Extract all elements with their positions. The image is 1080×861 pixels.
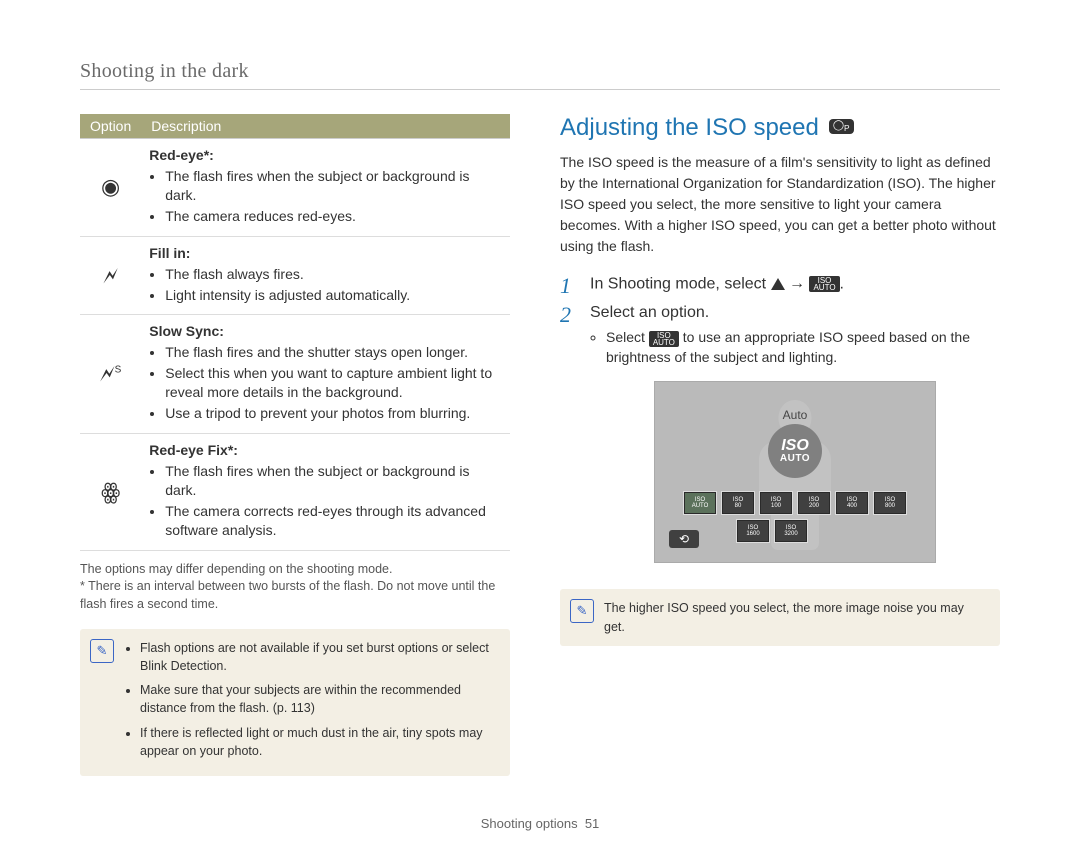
option-title: Red-eye*: — [149, 147, 214, 163]
red-eye-icon: ◉ — [101, 174, 120, 199]
iso-chip-auto[interactable]: ISOAUTO — [684, 492, 716, 514]
iso-auto-chip-icon: ISOAUTO — [809, 276, 839, 292]
iso-chip-3200[interactable]: ISO3200 — [775, 520, 807, 542]
iso-chip-row-1: ISOAUTO ISO80 ISO100 ISO200 ISO400 ISO80… — [684, 492, 906, 514]
iso-chip-800[interactable]: ISO800 — [874, 492, 906, 514]
iso-chip-400[interactable]: ISO400 — [836, 492, 868, 514]
table-row: ꙮ Red-eye Fix*: The flash fires when the… — [80, 434, 510, 551]
option-point: Select this when you want to capture amb… — [165, 364, 502, 402]
section-title: Adjusting the ISO speed ◯P — [560, 114, 1000, 142]
option-point: Use a tripod to prevent your photos from… — [165, 404, 502, 423]
iso-chip-80[interactable]: ISO80 — [722, 492, 754, 514]
flash-options-table: Option Description ◉ Red-eye*: The flash… — [80, 114, 510, 551]
back-button[interactable]: ⟲ — [669, 530, 699, 548]
mode-p-icon: ◯P — [829, 119, 854, 134]
option-title: Fill in: — [149, 245, 190, 261]
slow-sync-icon: 🗲S — [100, 361, 121, 386]
option-point: The flash fires when the subject or back… — [165, 462, 502, 500]
note-point: Make sure that your subjects are within … — [140, 681, 496, 717]
option-point: The flash always fires. — [165, 265, 502, 284]
option-title: Slow Sync: — [149, 323, 224, 339]
step-2-sub: Select ISOAUTO to use an appropriate ISO… — [606, 328, 1000, 367]
col-option: Option — [80, 114, 141, 139]
option-point: The flash fires when the subject or back… — [165, 167, 502, 205]
iso-chip-1600[interactable]: ISO1600 — [737, 520, 769, 542]
note-point: Flash options are not available if you s… — [140, 639, 496, 675]
footnotes: The options may differ depending on the … — [80, 561, 510, 614]
step-1: In Shooting mode, select → ISOAUTO. — [560, 273, 1000, 296]
flash-note-box: ✎ Flash options are not available if you… — [80, 629, 510, 776]
red-eye-fix-icon: ꙮ — [101, 479, 120, 504]
footnote-line: The options may differ depending on the … — [80, 561, 510, 579]
page-footer: Shooting options 51 — [80, 816, 1000, 831]
footnote-line: * There is an interval between two burst… — [80, 578, 510, 613]
iso-screen-preview: Auto ISO AUTO ISOAUTO ISO80 ISO100 ISO20… — [654, 381, 936, 563]
arrow-right-icon: → — [789, 275, 805, 292]
breadcrumb: Shooting in the dark — [80, 60, 1000, 90]
iso-auto-chip-icon: ISOAUTO — [649, 331, 679, 347]
up-triangle-icon — [771, 278, 785, 290]
section-body: The ISO speed is the measure of a film's… — [560, 152, 1000, 257]
fill-in-icon: 🗲 — [103, 263, 118, 288]
option-point: The flash fires and the shutter stays op… — [165, 343, 502, 362]
option-point: The camera reduces red-eyes. — [165, 207, 502, 226]
table-row: 🗲S Slow Sync: The flash fires and the sh… — [80, 315, 510, 434]
iso-chip-row-2: ISO1600 ISO3200 — [737, 520, 807, 542]
step-2: Select an option. Select ISOAUTO to use … — [560, 302, 1000, 368]
iso-chip-100[interactable]: ISO100 — [760, 492, 792, 514]
iso-chip-200[interactable]: ISO200 — [798, 492, 830, 514]
note-icon: ✎ — [570, 599, 594, 623]
note-point: If there is reflected light or much dust… — [140, 724, 496, 760]
option-point: The camera corrects red-eyes through its… — [165, 502, 502, 540]
table-row: ◉ Red-eye*: The flash fires when the sub… — [80, 139, 510, 237]
table-row: 🗲 Fill in: The flash always fires. Light… — [80, 236, 510, 315]
option-point: Light intensity is adjusted automaticall… — [165, 286, 502, 305]
iso-big-badge: ISO AUTO — [768, 424, 822, 478]
note-icon: ✎ — [90, 639, 114, 663]
iso-auto-label: Auto — [783, 408, 808, 422]
iso-note-box: ✎ The higher ISO speed you select, the m… — [560, 589, 1000, 645]
col-description: Description — [141, 114, 510, 139]
option-title: Red-eye Fix*: — [149, 442, 238, 458]
